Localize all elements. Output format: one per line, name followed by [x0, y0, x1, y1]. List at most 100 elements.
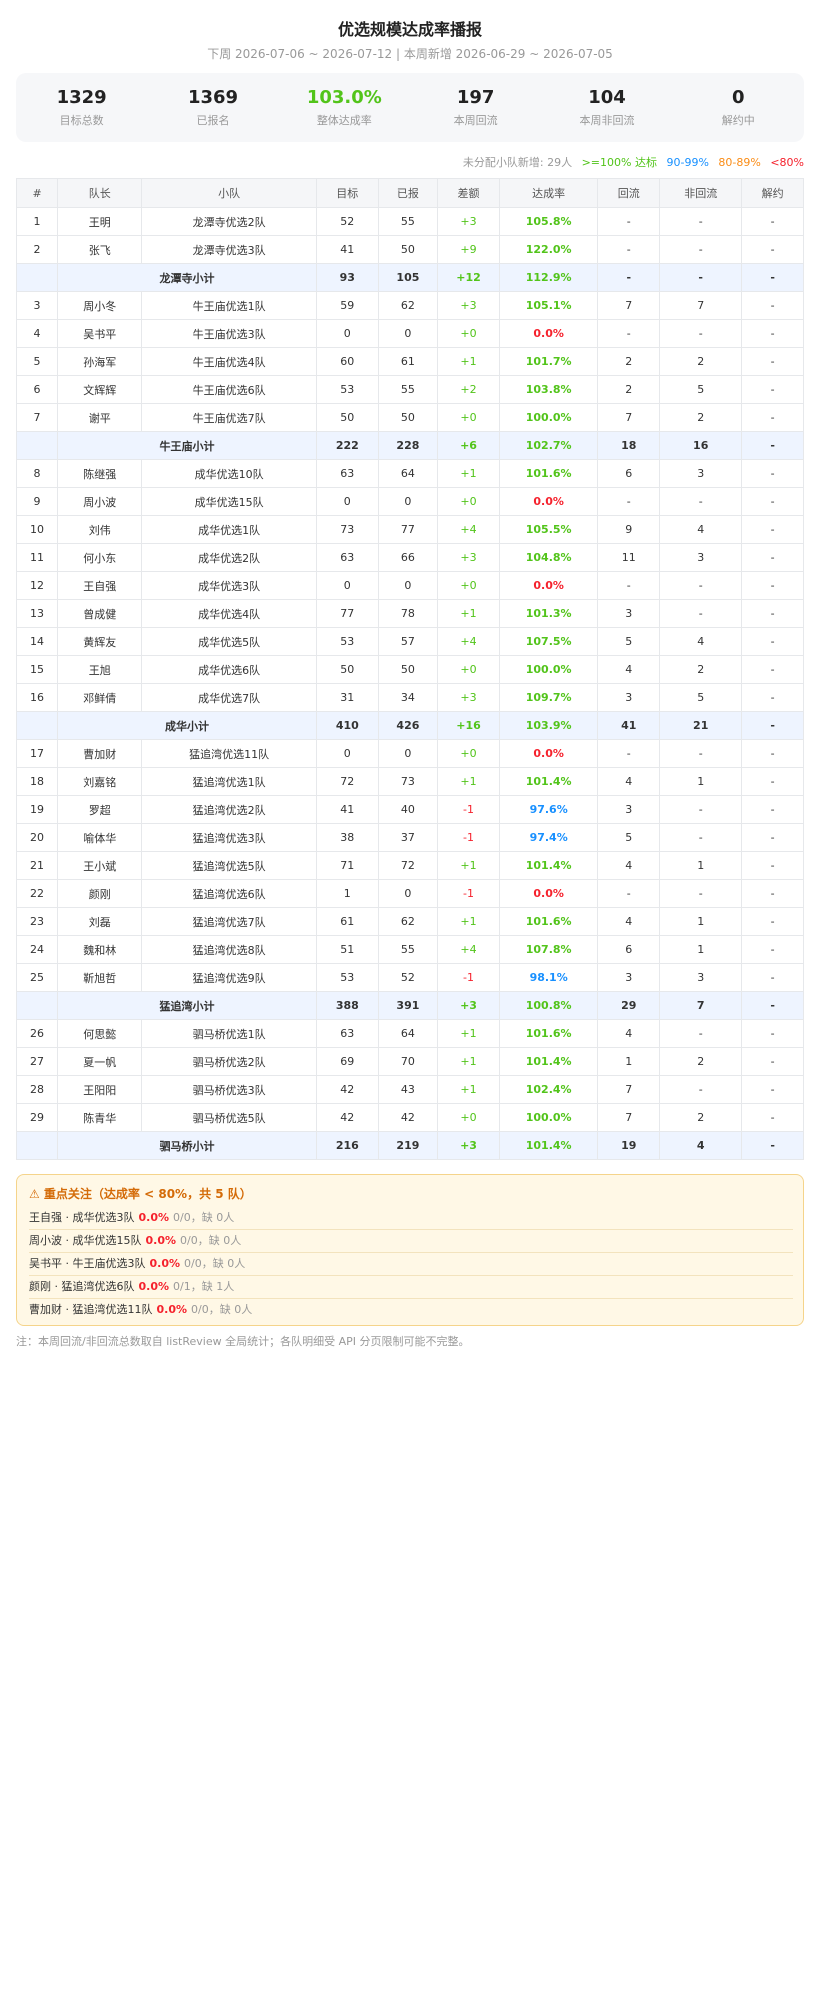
alert-item: 颜刚 · 猛追湾优选6队 0.0% 0/1，缺 1人 [29, 1275, 793, 1298]
table-row: 21 王小斌 猛追湾优选5队 71 72 +1 101.4% 4 1- [15, 851, 804, 880]
table-cell: 0.0% [498, 879, 599, 908]
table-cell: - [741, 515, 804, 544]
table-cell: 41 [315, 235, 379, 264]
table-cell: 63 [315, 543, 379, 572]
table-cell: 4 [597, 767, 661, 796]
alert-item-detail: 0/0，缺 0人 [180, 1234, 242, 1247]
table-cell: 216 [315, 1131, 379, 1160]
table-cell: 66 [377, 543, 439, 572]
table-cell: 曹加财 [57, 739, 143, 768]
column-header: # [15, 178, 59, 208]
table-cell: 猛追湾优选9队 [141, 963, 317, 992]
legend: 未分配小队新增: 29人 >=100% 达标 90-99% 80-89% <80… [16, 156, 804, 170]
table-cell: 102.7% [498, 431, 599, 460]
table-cell: 曾成健 [57, 599, 143, 628]
table-cell: +0 [437, 403, 500, 432]
table-cell: 6 [597, 459, 661, 488]
table-cell: 20 [15, 823, 59, 852]
table-cell: 驷马桥优选5队 [141, 1103, 317, 1132]
table-cell: - [741, 207, 804, 236]
table-cell: 61 [377, 347, 439, 376]
alert-item-detail: 0/0，缺 0人 [191, 1303, 253, 1316]
table-cell: 100.0% [498, 403, 599, 432]
table-cell: 3 [659, 543, 743, 572]
table-cell: +1 [437, 851, 500, 880]
table-cell: 成华优选10队 [141, 459, 317, 488]
table-cell: 0 [315, 319, 379, 348]
subtotal-row: 猛追湾小计 388 391 +3 100.8% 29 7- [15, 991, 804, 1020]
table-cell: +1 [437, 1047, 500, 1076]
table-cell: 0 [315, 487, 379, 516]
table-cell: 4 [659, 1131, 743, 1160]
table-cell: 3 [15, 291, 59, 320]
table-cell: 0 [315, 571, 379, 600]
table-cell: - [659, 795, 743, 824]
table-cell: 7 [15, 403, 59, 432]
table-cell: +1 [437, 347, 500, 376]
alert-list: 王自强 · 成华优选3队 0.0% 0/0，缺 0人 周小波 · 成华优选15队 0.0… [29, 1207, 793, 1321]
table-cell: +1 [437, 907, 500, 936]
table-cell: +0 [437, 739, 500, 768]
column-header: 小队 [141, 178, 317, 208]
table-cell: +16 [437, 711, 500, 740]
table-cell: 63 [315, 1019, 379, 1048]
table-cell: - [741, 403, 804, 432]
table-row: 23 刘磊 猛追湾优选7队 61 62 +1 101.6% 4 1- [15, 907, 804, 936]
table-cell: 夏一帆 [57, 1047, 143, 1076]
table-row: 9 周小波 成华优选15队 0 0 +0 0.0% - - - [15, 487, 804, 516]
stat-item: 1329 目标总数 [16, 73, 147, 142]
table-cell: 驷马桥小计 [57, 1131, 317, 1160]
table-cell: 何小东 [57, 543, 143, 572]
table-cell: 王自强 [57, 571, 143, 600]
table-cell: 周小冬 [57, 291, 143, 320]
table-cell: - [597, 263, 661, 292]
table-cell: 陈继强 [57, 459, 143, 488]
table-cell: 93 [315, 263, 379, 292]
table-cell: - [741, 1103, 804, 1132]
table-cell: 101.6% [498, 1019, 599, 1048]
table-cell: 25 [15, 963, 59, 992]
table-cell: 猛追湾优选5队 [141, 851, 317, 880]
table-cell: 成华小计 [57, 711, 317, 740]
table-cell: 52 [315, 207, 379, 236]
table-cell: 60 [315, 347, 379, 376]
table-cell: 4 [15, 319, 59, 348]
table-cell: 59 [315, 291, 379, 320]
table-cell: 64 [377, 1019, 439, 1048]
stat-item: 103.0% 整体达成率 [279, 73, 410, 142]
footnote: 注：本周回流/非回流总数取自 listReview 全局统计；各队明细受 API… [16, 1335, 470, 1348]
table-cell: +4 [437, 627, 500, 656]
table-cell: 2 [659, 347, 743, 376]
table-cell: 周小波 [57, 487, 143, 516]
table-cell: 388 [315, 991, 379, 1020]
table-row: 26 何思懿 驷马桥优选1队 63 64 +1 101.6% 4- - [15, 1019, 804, 1048]
alert-item-detail: 0/1，缺 1人 [173, 1280, 235, 1293]
table-cell: 73 [315, 515, 379, 544]
table-cell: - [597, 207, 661, 236]
stat-value: 197 [456, 87, 495, 108]
alert-item: 吴书平 · 牛王庙优选3队 0.0% 0/0，缺 0人 [29, 1252, 793, 1275]
table-cell: 42 [315, 1075, 379, 1104]
table-row: 28 王阳阳 驷马桥优选3队 42 43 +1 102.4% 7- - [15, 1075, 804, 1104]
table-cell: 77 [315, 599, 379, 628]
table-cell: 109.7% [498, 683, 599, 712]
table-cell: 0.0% [498, 571, 599, 600]
table-cell: 0 [377, 571, 439, 600]
focus-alert: ⚠ 重点关注（达成率 < 80%，共 5 队） 王自强 · 成华优选3队 0.0%… [16, 1174, 804, 1326]
table-cell: 63 [315, 459, 379, 488]
table-cell: - [741, 1019, 804, 1048]
table-cell: 42 [377, 1103, 439, 1132]
table-cell: +6 [437, 431, 500, 460]
table-cell: 猛追湾小计 [57, 991, 317, 1020]
subtotal-row: 成华小计 410 426 +16 103.9% 41 21- [15, 711, 804, 740]
table-cell: 黄辉友 [57, 627, 143, 656]
table-cell: 喻体华 [57, 823, 143, 852]
table-cell: 21 [659, 711, 743, 740]
table-cell: +4 [437, 935, 500, 964]
date-range-subtitle: 下周 2026-07-06 ~ 2026-07-12 | 本周新增 2026-0… [207, 47, 613, 61]
table-cell: 成华优选3队 [141, 571, 317, 600]
table-cell: 105.8% [498, 207, 599, 236]
alert-item-rate: 0.0% [149, 1257, 181, 1270]
table-cell: - [741, 375, 804, 404]
table-row: 29 陈青华 驷马桥优选5队 42 42 +0 100.0% 7 2- [15, 1103, 804, 1132]
